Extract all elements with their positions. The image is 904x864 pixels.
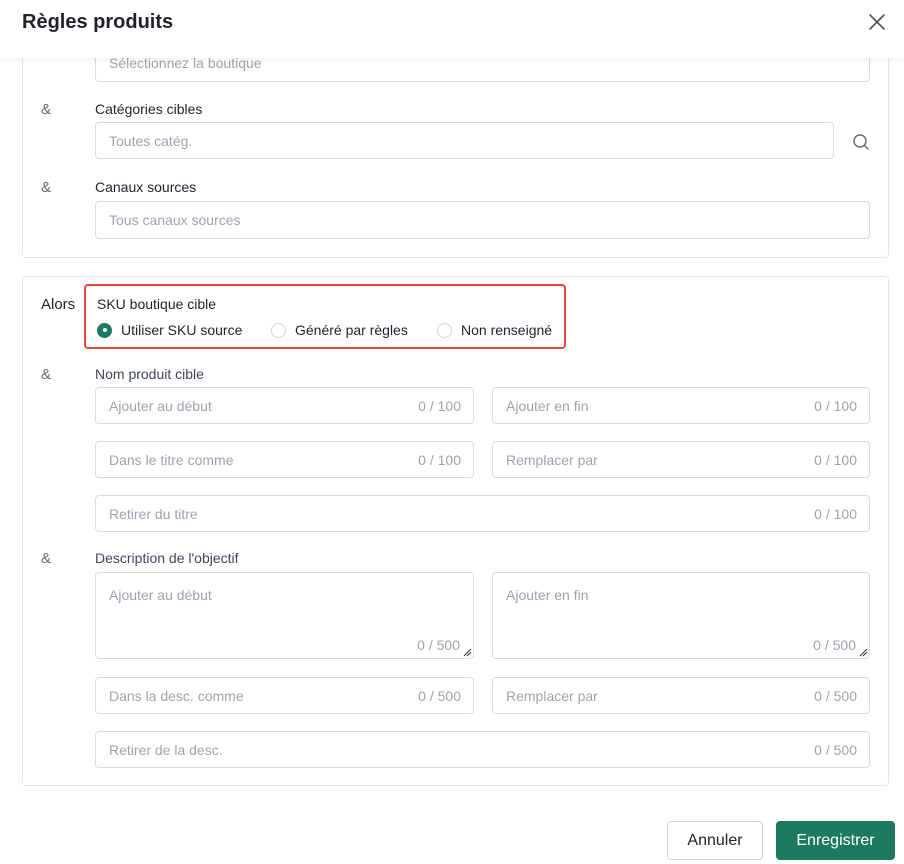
- nom-ajouter-debut-input[interactable]: Ajouter au début 0 / 100: [95, 387, 474, 424]
- placeholder: Ajouter en fin: [506, 398, 589, 414]
- desc-ajouter-fin-textarea[interactable]: Ajouter en fin 0 / 500: [492, 572, 870, 659]
- char-counter: 0 / 500: [813, 637, 856, 653]
- placeholder: Retirer du titre: [109, 506, 198, 522]
- placeholder: Ajouter en fin: [506, 587, 589, 603]
- char-counter: 0 / 100: [418, 398, 461, 414]
- char-counter: 0 / 500: [814, 688, 857, 704]
- alors-label: Alors: [41, 296, 76, 313]
- char-counter: 0 / 100: [814, 506, 857, 522]
- search-icon[interactable]: [852, 133, 870, 151]
- highlight-box: [84, 284, 566, 349]
- nom-remplacer-input[interactable]: Remplacer par 0 / 100: [492, 441, 870, 478]
- close-icon[interactable]: [867, 12, 887, 32]
- sku-label: SKU boutique cible: [97, 296, 217, 312]
- char-counter: 0 / 100: [814, 452, 857, 468]
- desc-remplacer-input[interactable]: Remplacer par 0 / 500: [492, 677, 870, 714]
- placeholder: Retirer de la desc.: [109, 742, 223, 758]
- canaux-input[interactable]: Tous canaux sources: [95, 201, 870, 239]
- nom-retirer-input[interactable]: Retirer du titre 0 / 100: [95, 495, 870, 532]
- placeholder: Dans le titre comme: [109, 452, 234, 468]
- char-counter: 0 / 500: [418, 688, 461, 704]
- radio-checked-icon: [97, 322, 112, 338]
- radio-label: Non renseigné: [461, 322, 553, 338]
- desc-ajouter-debut-textarea[interactable]: Ajouter au début 0 / 500: [95, 572, 474, 659]
- desc-retirer-input[interactable]: Retirer de la desc. 0 / 500: [95, 731, 870, 768]
- and-operator: &: [41, 101, 52, 118]
- resize-handle-icon[interactable]: [463, 648, 472, 657]
- radio-unchecked-icon: [271, 322, 286, 338]
- placeholder: Remplacer par: [506, 452, 598, 468]
- categories-label: Catégories cibles: [95, 101, 203, 117]
- nom-produit-label: Nom produit cible: [95, 366, 204, 382]
- nom-ajouter-fin-input[interactable]: Ajouter en fin 0 / 100: [492, 387, 870, 424]
- char-counter: 0 / 500: [417, 637, 460, 653]
- description-label: Description de l'objectif: [95, 550, 239, 566]
- save-button[interactable]: Enregistrer: [776, 821, 895, 860]
- and-operator: &: [41, 366, 52, 383]
- cancel-button[interactable]: Annuler: [667, 821, 763, 860]
- radio-label: Généré par règles: [295, 322, 408, 338]
- categories-input[interactable]: Toutes catég.: [95, 122, 834, 159]
- radio-utiliser-sku-source[interactable]: Utiliser SKU source: [97, 321, 242, 339]
- radio-non-renseigne[interactable]: Non renseigné: [437, 321, 552, 339]
- radio-unchecked-icon: [437, 322, 452, 338]
- placeholder: Ajouter au début: [109, 398, 212, 414]
- canaux-label: Canaux sources: [95, 179, 197, 195]
- radio-label: Utiliser SKU source: [121, 322, 243, 338]
- resize-handle-icon[interactable]: [859, 648, 868, 657]
- char-counter: 0 / 500: [814, 742, 857, 758]
- and-operator: &: [41, 179, 52, 196]
- placeholder: Dans la desc. comme: [109, 688, 244, 704]
- canaux-placeholder: Tous canaux sources: [109, 212, 241, 228]
- and-operator: &: [41, 550, 52, 567]
- placeholder: Remplacer par: [506, 688, 598, 704]
- categories-placeholder: Toutes catég.: [109, 133, 193, 149]
- nom-titre-comme-input[interactable]: Dans le titre comme 0 / 100: [95, 441, 474, 478]
- radio-genere-par-regles[interactable]: Généré par règles: [271, 321, 408, 339]
- char-counter: 0 / 100: [418, 452, 461, 468]
- char-counter: 0 / 100: [814, 398, 857, 414]
- dialog-header: Règles produits: [0, 0, 904, 58]
- dialog-title: Règles produits: [22, 11, 174, 33]
- placeholder: Ajouter au début: [109, 587, 212, 603]
- desc-comme-input[interactable]: Dans la desc. comme 0 / 500: [95, 677, 474, 714]
